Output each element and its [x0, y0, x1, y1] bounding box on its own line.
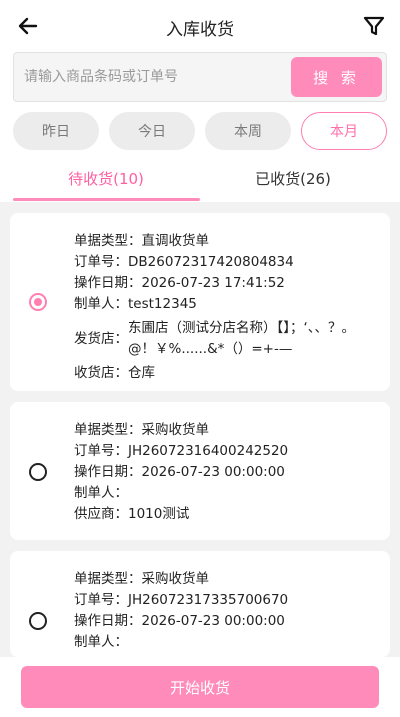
order-radio[interactable] [29, 463, 47, 481]
chip-today[interactable]: 今日 [109, 112, 195, 150]
top-bar: 入库收货 [0, 0, 400, 52]
active-tab-indicator [13, 198, 200, 201]
tabs: 待收货(10) 已收货(26) [0, 160, 400, 202]
field-row: 制单人： [74, 634, 128, 650]
field-row: 发货店： 东圃店（测试分店名称）【】；‘、、？。@！￥%......&*（）=+-… [74, 320, 356, 357]
order-radio[interactable] [29, 293, 47, 311]
field-row: 单据类型： 直调收货单 [74, 233, 209, 249]
order-fields: 单据类型： 采购收货单 订单号： JH26072316400242520 操作日期：… [74, 420, 374, 525]
page-title: 入库收货 [166, 20, 234, 40]
order-fields: 单据类型： 直调收货单 订单号： DB26072317420804834 操作日期：… [74, 231, 374, 384]
field-row: 单据类型： 采购收货单 [74, 422, 209, 438]
field-row: 单据类型： 采购收货单 [74, 571, 209, 587]
order-radio[interactable] [29, 612, 47, 630]
chip-yesterday[interactable]: 昨日 [13, 112, 99, 150]
chip-this-month[interactable]: 本月 [301, 112, 387, 150]
search-button[interactable]: 搜 索 [291, 57, 382, 97]
field-row: 订单号： JH26072317335700670 [74, 592, 289, 608]
field-row: 订单号： DB26072317420804834 [74, 254, 294, 270]
order-card[interactable]: 单据类型： 采购收货单 订单号： JH26072317335700670 操作日期：… [10, 551, 390, 657]
search-area: 搜 索 昨日 今日 本周 本月 待收货(10) 已收货(26) [0, 52, 400, 202]
order-fields: 单据类型： 采购收货单 订单号： JH26072317335700670 操作日期：… [74, 569, 374, 653]
order-card[interactable]: 单据类型： 直调收货单 订单号： DB26072317420804834 操作日期：… [10, 213, 390, 391]
field-row: 订单号： JH26072316400242520 [74, 443, 289, 459]
chip-this-week[interactable]: 本周 [205, 112, 291, 150]
bottom-bar: 开始收货 [0, 657, 400, 717]
search-box: 搜 索 [13, 52, 387, 102]
filter-icon[interactable] [362, 14, 386, 38]
field-row: 供应商： 1010测试 [74, 506, 190, 522]
date-filter-chips: 昨日 今日 本周 本月 [13, 112, 387, 150]
field-row: 操作日期： 2026-07-23 00:00:00 [74, 464, 285, 480]
tab-pending[interactable]: 待收货(10) [6, 168, 206, 189]
field-row: 操作日期： 2026-07-23 17:41:52 [74, 275, 285, 291]
field-row: 操作日期： 2026-07-23 00:00:00 [74, 613, 285, 629]
field-row: 制单人： [74, 485, 128, 501]
search-input[interactable] [24, 61, 284, 93]
order-card[interactable]: 单据类型： 采购收货单 订单号： JH26072316400242520 操作日期：… [10, 402, 390, 540]
field-row: 收货店： 仓库 [74, 365, 155, 381]
tab-received[interactable]: 已收货(26) [193, 168, 393, 189]
field-row: 制单人： test12345 [74, 296, 197, 312]
start-receiving-button[interactable]: 开始收货 [21, 666, 379, 708]
